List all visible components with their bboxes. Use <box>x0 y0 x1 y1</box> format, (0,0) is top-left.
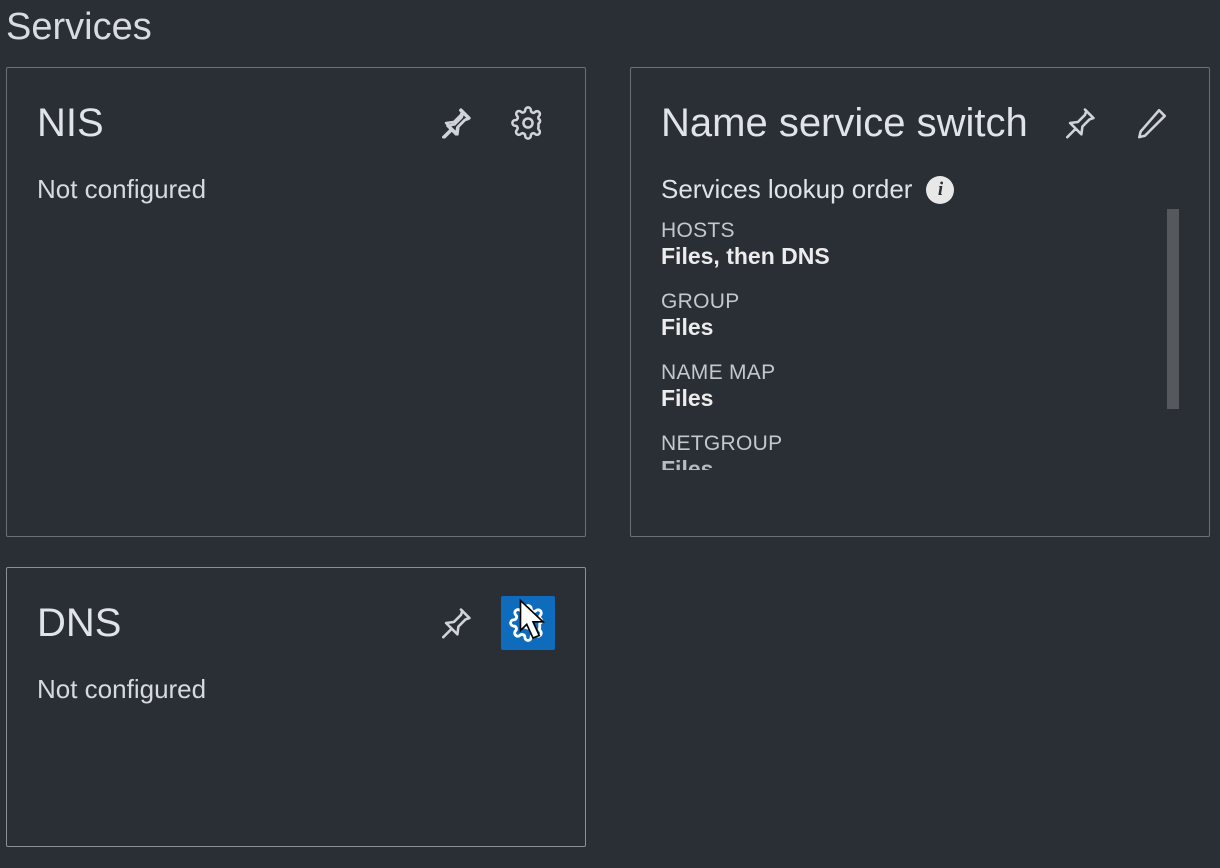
dns-card-title: DNS <box>37 601 121 646</box>
gear-icon[interactable] <box>501 596 555 650</box>
nss-entry-value: Files <box>661 456 1139 470</box>
nss-entry-namemap: NAME MAP Files <box>661 361 1139 412</box>
nss-entry-label: NAME MAP <box>661 361 1139 385</box>
nss-scroll-area: HOSTS Files, then DNS GROUP Files NAME M… <box>661 209 1179 529</box>
nis-card: NIS <box>6 67 586 537</box>
nss-entry-value: Files <box>661 314 1139 341</box>
nss-subtitle-row: Services lookup order i <box>661 174 1179 205</box>
gear-icon[interactable] <box>501 96 555 150</box>
dns-card-header: DNS <box>37 596 555 650</box>
nis-card-actions <box>429 96 555 150</box>
pin-icon[interactable] <box>429 96 483 150</box>
pin-icon[interactable] <box>1053 96 1107 150</box>
nis-card-title: NIS <box>37 101 104 146</box>
nis-card-header: NIS <box>37 96 555 150</box>
nss-entry-label: GROUP <box>661 290 1139 314</box>
info-icon[interactable]: i <box>926 176 954 204</box>
nss-entry-label: HOSTS <box>661 219 1139 243</box>
pin-icon[interactable] <box>429 596 483 650</box>
nss-entry-value: Files, then DNS <box>661 243 1139 270</box>
nss-scrollbar-thumb[interactable] <box>1167 209 1179 409</box>
edit-icon[interactable] <box>1125 96 1179 150</box>
nss-card-actions <box>1053 96 1179 150</box>
dns-card-actions <box>429 596 555 650</box>
nis-status-text: Not configured <box>37 174 555 205</box>
nss-scrollbar[interactable] <box>1167 209 1179 529</box>
dns-card: DNS <box>6 567 586 847</box>
nss-entry-netgroup: NETGROUP Files <box>661 432 1139 470</box>
services-cards-grid: NIS <box>6 67 1214 847</box>
dns-status-text: Not configured <box>37 674 555 705</box>
nss-entry-value: Files <box>661 385 1139 412</box>
name-service-switch-card: Name service switch Services lookup orde… <box>630 67 1210 537</box>
nss-card-header: Name service switch <box>661 96 1179 150</box>
page-title: Services <box>6 6 1214 49</box>
nss-entry-label: NETGROUP <box>661 432 1139 456</box>
nss-subtitle: Services lookup order <box>661 174 912 205</box>
nss-entry-group: GROUP Files <box>661 290 1139 341</box>
nss-entry-hosts: HOSTS Files, then DNS <box>661 219 1139 270</box>
nss-card-title: Name service switch <box>661 101 1028 146</box>
